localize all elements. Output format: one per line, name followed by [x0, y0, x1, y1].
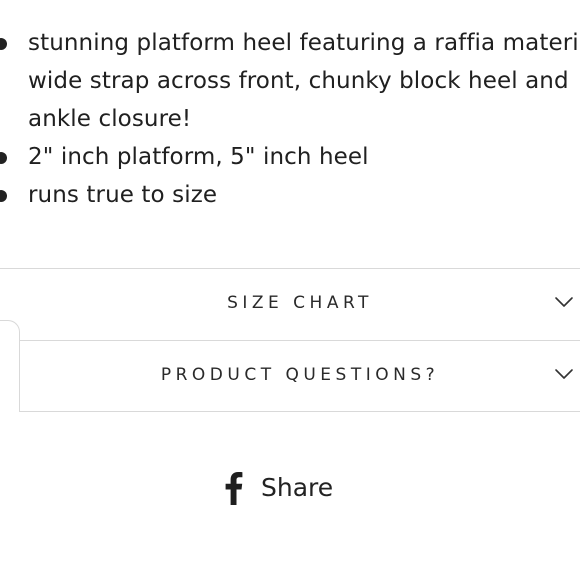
description-bullet-1: stunning platform heel featuring a raffi…	[0, 24, 580, 138]
size-chart-accordion[interactable]: SIZE CHART	[20, 270, 580, 340]
bullet-dot	[0, 38, 7, 50]
left-panel-edge	[0, 320, 20, 412]
description-line: runs true to size	[28, 182, 218, 208]
description-bullet-2: 2" inch platform, 5" inch heel	[0, 138, 580, 176]
product-description: stunning platform heel featuring a raffi…	[0, 24, 580, 214]
description-line: 2" inch platform, 5" inch heel	[28, 144, 369, 170]
facebook-icon	[225, 472, 243, 505]
share-label: Share	[261, 473, 334, 502]
chevron-down-icon[interactable]	[554, 295, 574, 309]
divider-middle	[20, 340, 580, 341]
bullet-dot	[0, 190, 7, 202]
product-questions-accordion[interactable]: PRODUCT QUESTIONS?	[20, 342, 580, 412]
product-questions-label: PRODUCT QUESTIONS?	[160, 365, 440, 385]
description-bullet-3: runs true to size	[0, 176, 580, 214]
description-line: ankle closure!	[28, 106, 192, 132]
divider-bottom	[20, 411, 580, 412]
bullet-dot	[0, 152, 7, 164]
description-line: stunning platform heel featuring a raffi…	[28, 30, 580, 56]
chevron-down-icon[interactable]	[554, 367, 574, 381]
divider-top	[0, 268, 580, 269]
size-chart-label: SIZE CHART	[227, 293, 373, 313]
facebook-share-button[interactable]: Share	[225, 468, 333, 508]
description-line: wide strap across front, chunky block he…	[28, 68, 569, 94]
product-page: stunning platform heel featuring a raffi…	[0, 0, 580, 580]
